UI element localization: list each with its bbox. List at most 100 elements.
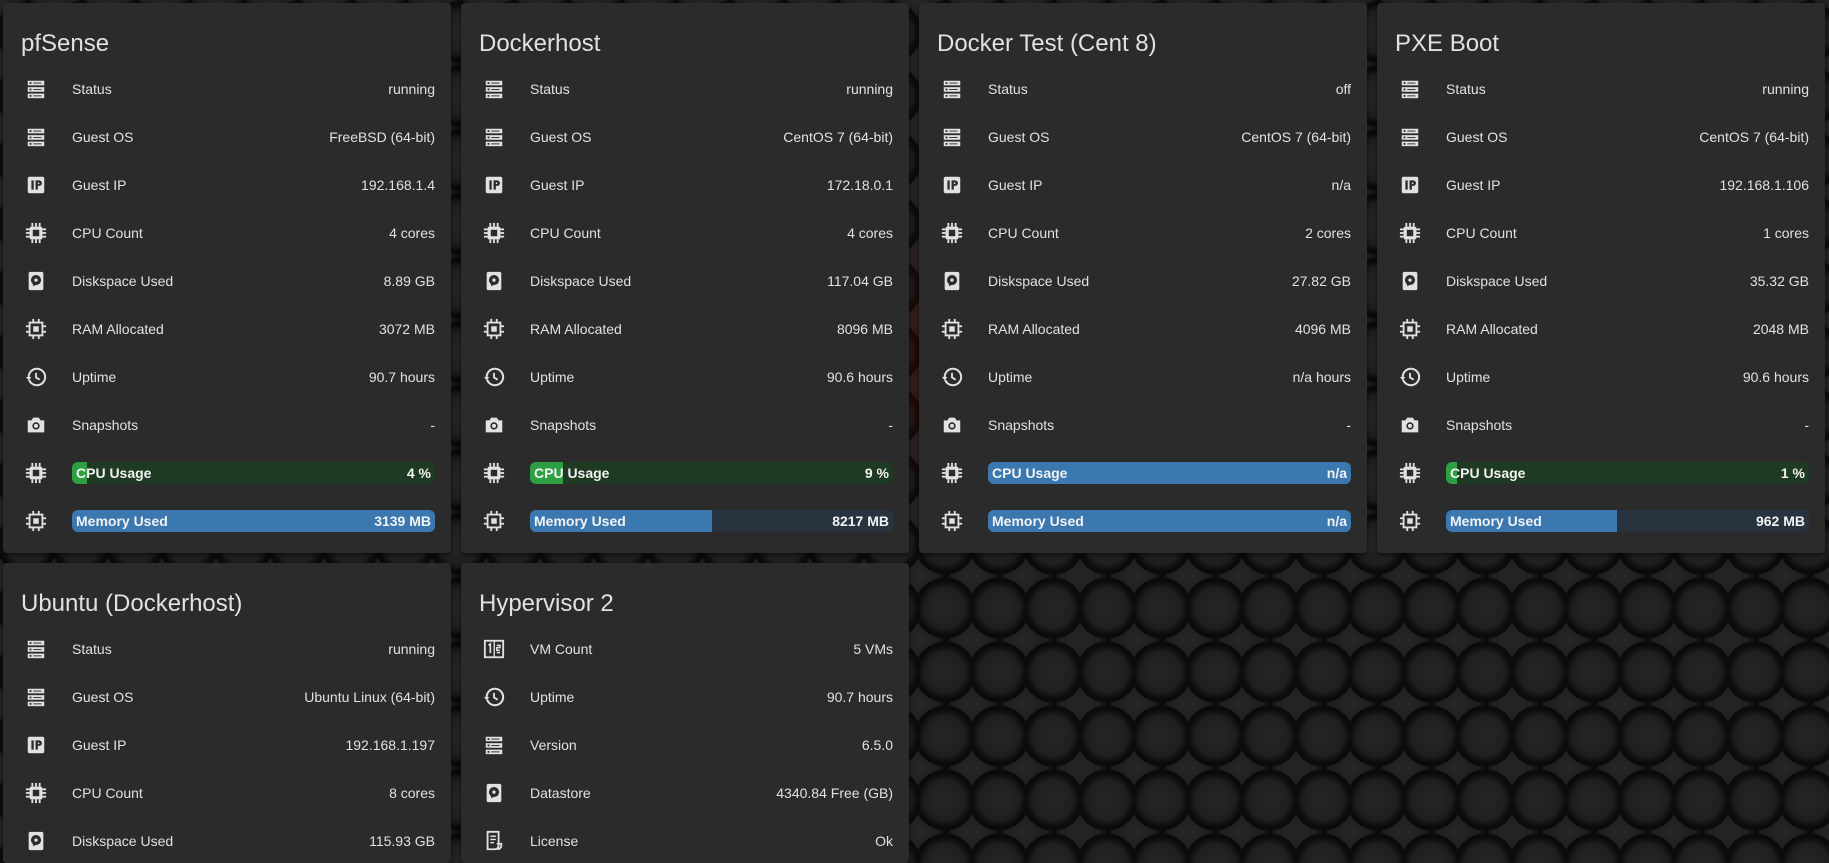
attribute-label: Diskspace Used [72,273,174,289]
card-title: PXE Boot [1395,30,1500,57]
attribute-row-guest-os[interactable]: Guest OS CentOS 7 (64-bit) [1395,113,1809,161]
attribute-row-snapshots[interactable]: Snapshots - [1395,401,1809,449]
memory-used-row[interactable]: Memory Used 3139 MB [21,497,435,545]
memory-used-row[interactable]: Memory Used 8217 MB [479,497,893,545]
harddisk-icon [24,829,48,853]
attribute-label: Status [72,641,112,657]
attribute-value: 4096 MB [1294,321,1351,337]
attribute-value: 27.82 GB [1291,273,1351,289]
attribute-value: 172.18.0.1 [826,177,893,193]
attribute-value: - [1804,417,1809,433]
attribute-row-version[interactable]: Version 6.5.0 [479,721,893,769]
memory-used-row[interactable]: Memory Used n/a [937,497,1351,545]
attribute-row-diskspace-used[interactable]: Diskspace Used 115.93 GB [21,817,435,863]
ip-icon [1398,173,1422,197]
memory-used-value: n/a [1326,513,1347,529]
attribute-row-guest-os[interactable]: Guest OS FreeBSD (64-bit) [21,113,435,161]
attribute-row-datastore[interactable]: Datastore 4340.84 Free (GB) [479,769,893,817]
attribute-row-ram-allocated[interactable]: RAM Allocated 8096 MB [479,305,893,353]
harddisk-icon [1398,269,1422,293]
attribute-row-uptime[interactable]: Uptime n/a hours [937,353,1351,401]
cpu-usage-value: n/a [1326,465,1347,481]
harddisk-icon [482,269,506,293]
attribute-label: Status [530,81,570,97]
cpu-icon [1398,221,1422,245]
attribute-label: Guest IP [988,177,1043,193]
history-icon [482,685,506,709]
attribute-row-cpu-count[interactable]: CPU Count 1 cores [1395,209,1809,257]
attribute-row-guest-os[interactable]: Guest OS Ubuntu Linux (64-bit) [21,673,435,721]
attribute-row-ram-allocated[interactable]: RAM Allocated 3072 MB [21,305,435,353]
attribute-row-cpu-count[interactable]: CPU Count 2 cores [937,209,1351,257]
memory-icon [482,509,506,533]
memory-used-value: 8217 MB [832,513,889,529]
cpu-usage-row[interactable]: CPU Usage 9 % [479,449,893,497]
memory-used-label: Memory Used [1450,513,1542,529]
attribute-row-ram-allocated[interactable]: RAM Allocated 4096 MB [937,305,1351,353]
memory-used-bar: Memory Used 962 MB [1446,510,1809,532]
attribute-row-guest-os[interactable]: Guest OS CentOS 7 (64-bit) [937,113,1351,161]
attribute-value: n/a hours [1292,369,1351,385]
memory-used-row[interactable]: Memory Used 962 MB [1395,497,1809,545]
cpu-usage-label: CPU Usage [534,465,610,481]
attribute-row-cpu-count[interactable]: CPU Count 4 cores [21,209,435,257]
cpu-usage-label: CPU Usage [992,465,1068,481]
attribute-row-cpu-count[interactable]: CPU Count 4 cores [479,209,893,257]
attribute-label: Guest OS [988,129,1050,145]
attribute-row-uptime[interactable]: Uptime 90.7 hours [21,353,435,401]
server-icon [482,125,506,149]
attribute-row-diskspace-used[interactable]: Diskspace Used 35.32 GB [1395,257,1809,305]
attribute-row-license[interactable]: License Ok [479,817,893,863]
memory-used-value: 962 MB [1755,513,1805,529]
attribute-row-cpu-count[interactable]: CPU Count 8 cores [21,769,435,817]
attribute-value: 90.7 hours [368,369,435,385]
attribute-row-guest-ip[interactable]: Guest IP 172.18.0.1 [479,161,893,209]
server-icon [1398,77,1422,101]
server-icon [1398,125,1422,149]
cpu-usage-bar: CPU Usage 4 % [72,462,435,484]
attribute-row-uptime[interactable]: Uptime 90.6 hours [479,353,893,401]
attribute-row-snapshots[interactable]: Snapshots - [937,401,1351,449]
attribute-label: Guest IP [72,737,127,753]
attribute-value: 4 cores [847,225,893,241]
cpu-usage-row[interactable]: CPU Usage n/a [937,449,1351,497]
cpu-icon [1398,461,1422,485]
attribute-row-ram-allocated[interactable]: RAM Allocated 2048 MB [1395,305,1809,353]
attribute-row-uptime[interactable]: Uptime 90.7 hours [479,673,893,721]
attribute-row-uptime[interactable]: Uptime 90.6 hours [1395,353,1809,401]
camera-icon [24,413,48,437]
attribute-label: RAM Allocated [988,321,1080,337]
attribute-row-diskspace-used[interactable]: Diskspace Used 8.89 GB [21,257,435,305]
attribute-row-guest-ip[interactable]: Guest IP 192.168.1.106 [1395,161,1809,209]
server-icon [482,77,506,101]
history-icon [1398,365,1422,389]
attribute-row-guest-os[interactable]: Guest OS CentOS 7 (64-bit) [479,113,893,161]
history-icon [940,365,964,389]
attribute-row-snapshots[interactable]: Snapshots - [21,401,435,449]
harddisk-icon [482,781,506,805]
attribute-label: Diskspace Used [988,273,1090,289]
attribute-value: 90.6 hours [826,369,893,385]
card-title: Ubuntu (Dockerhost) [21,590,243,617]
attribute-value: 90.7 hours [826,689,893,705]
cpu-usage-bar: CPU Usage 9 % [530,462,893,484]
cpu-usage-row[interactable]: CPU Usage 4 % [21,449,435,497]
attribute-value: 5 VMs [853,641,893,657]
attribute-label: RAM Allocated [530,321,622,337]
cpu-usage-value: 1 % [1780,465,1805,481]
attribute-row-diskspace-used[interactable]: Diskspace Used 117.04 GB [479,257,893,305]
ip-icon [24,173,48,197]
server-icon [24,77,48,101]
memory-icon [940,317,964,341]
attribute-row-guest-ip[interactable]: Guest IP n/a [937,161,1351,209]
cpu-usage-row[interactable]: CPU Usage 1 % [1395,449,1809,497]
attribute-row-guest-ip[interactable]: Guest IP 192.168.1.197 [21,721,435,769]
attribute-value: 8 cores [389,785,435,801]
attribute-row-guest-ip[interactable]: Guest IP 192.168.1.4 [21,161,435,209]
cpu-icon [24,461,48,485]
attribute-value: 6.5.0 [861,737,893,753]
attribute-row-diskspace-used[interactable]: Diskspace Used 27.82 GB [937,257,1351,305]
attribute-label: Guest OS [72,689,134,705]
attribute-value: running [1762,81,1809,97]
attribute-row-snapshots[interactable]: Snapshots - [479,401,893,449]
